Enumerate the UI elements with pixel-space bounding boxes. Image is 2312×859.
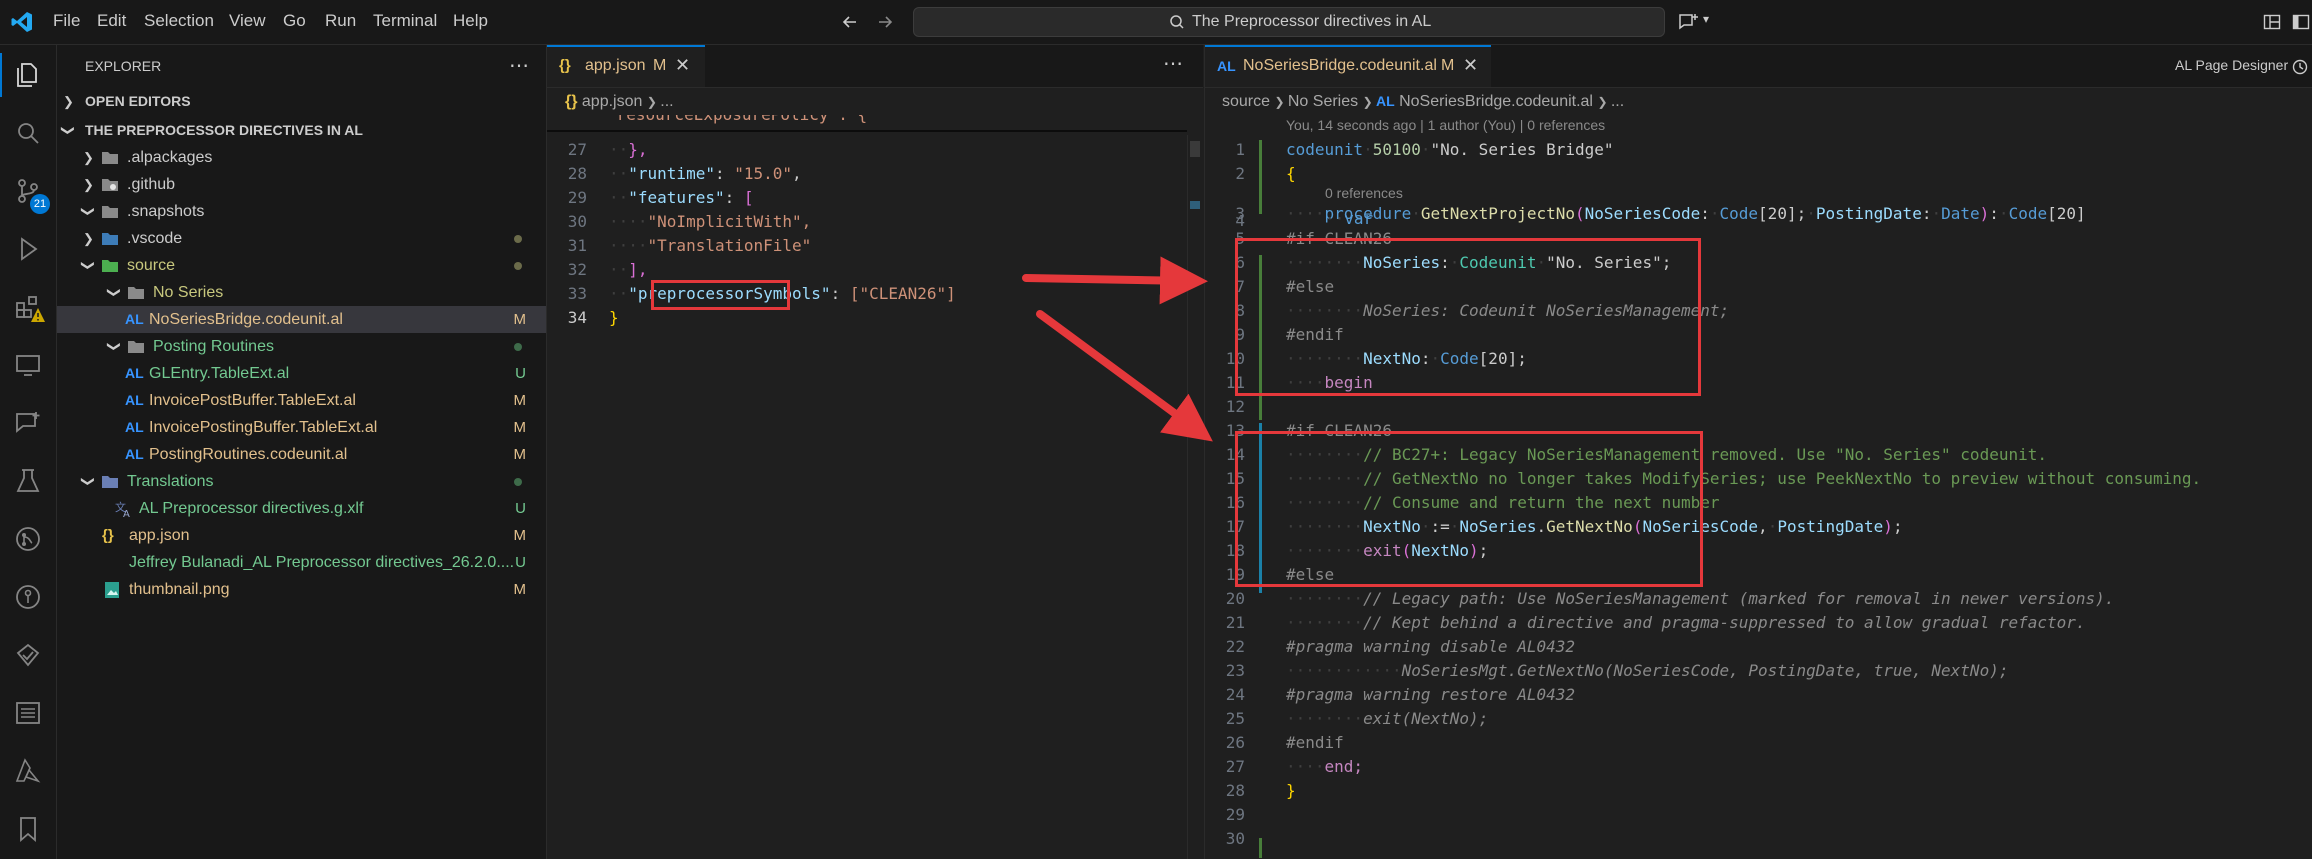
arrow-to-variables-icon [1022,256,1208,305]
arrow-to-clean26-icon [1036,310,1213,442]
annotation-arrows [1022,256,1213,442]
